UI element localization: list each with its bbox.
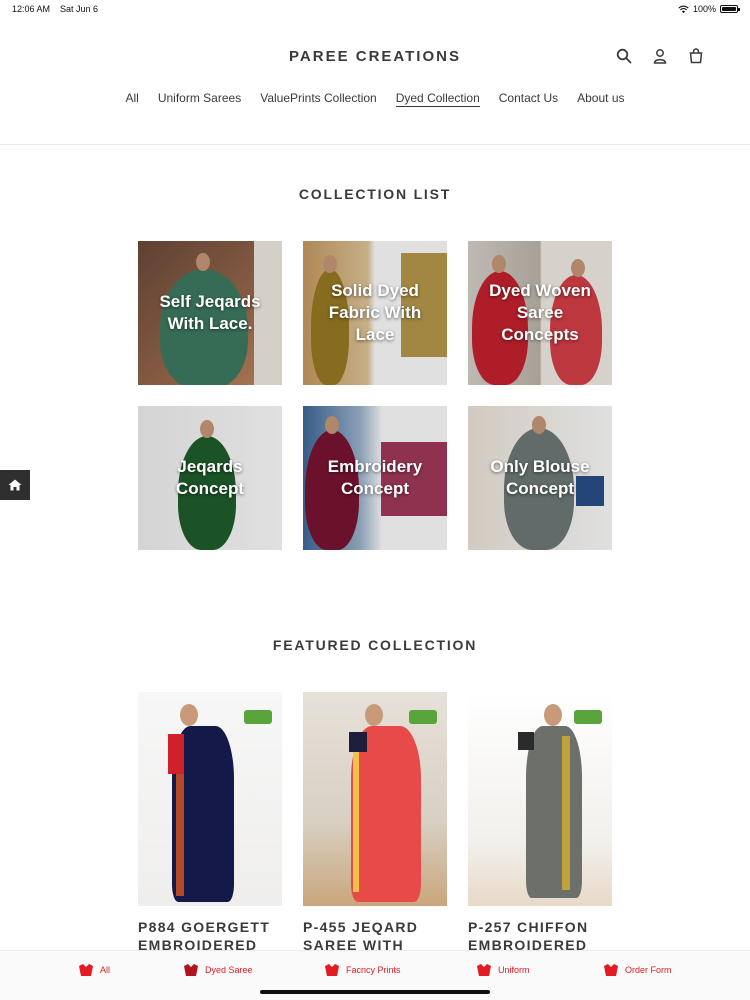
bottom-nav-item-all[interactable]: All [78, 963, 110, 977]
collection-tile[interactable]: Embroidery Concept [303, 406, 447, 550]
saree-icon [477, 964, 491, 976]
cart-icon[interactable] [688, 48, 704, 64]
status-time: 12:06 AM [12, 4, 51, 14]
nav-item-all[interactable]: All [125, 91, 138, 107]
product-image[interactable] [468, 692, 612, 906]
product-card[interactable]: P884 GOERGETT EMBROIDERED [138, 692, 282, 954]
battery-icon [720, 5, 740, 13]
header-divider [0, 144, 750, 145]
search-icon[interactable] [616, 48, 632, 64]
bottom-nav-label: Order Form [625, 965, 672, 975]
status-right: 100% [678, 4, 740, 14]
nav-item-valueprints-collection[interactable]: ValuePrints Collection [260, 91, 377, 107]
collection-tile-label: Only Blouse Concept [490, 457, 590, 498]
header-actions [616, 48, 704, 64]
account-icon[interactable] [652, 48, 668, 64]
saree-icon [184, 964, 198, 976]
saree-icon [604, 964, 618, 976]
collection-tile[interactable]: Solid Dyed Fabric With Lace [303, 241, 447, 385]
collection-tile-label: Solid Dyed Fabric With Lace [328, 281, 422, 344]
collection-list-title: COLLECTION LIST [298, 186, 452, 202]
saree-icon [79, 964, 93, 976]
bottom-nav-label: Dyed Saree [205, 965, 253, 975]
collection-tile[interactable]: Jeqards Concept [138, 406, 282, 550]
product-card[interactable]: P-257 CHIFFON EMBROIDERED [468, 692, 612, 954]
home-icon [8, 479, 22, 491]
collection-tile-label: Jeqards Concept [176, 457, 244, 498]
bottom-nav-label: All [100, 965, 111, 975]
collection-tile-label: Self Jeqards With Lace. [159, 292, 261, 333]
collection-tile[interactable]: Self Jeqards With Lace. [138, 241, 282, 385]
product-title[interactable]: P884 GOERGETT EMBROIDERED [138, 918, 282, 954]
collection-tile[interactable]: Dyed Woven Saree Concepts [468, 241, 612, 385]
product-card[interactable]: P-455 JEQARD SAREE WITH [303, 692, 447, 954]
main-nav: All Uniform Sarees ValuePrints Collectio… [0, 91, 750, 107]
bottom-nav: All Dyed Saree Facncy Prints Uniform Ord… [0, 950, 750, 1000]
product-image[interactable] [303, 692, 447, 906]
saree-icon [325, 964, 339, 976]
bottom-nav-item-facncy-prints[interactable]: Facncy Prints [324, 963, 401, 977]
status-date: Sat Jun 6 [60, 4, 99, 14]
nav-item-dyed-collection[interactable]: Dyed Collection [395, 91, 480, 107]
featured-collection-title: FEATURED COLLECTION [272, 637, 478, 653]
nav-item-uniform-sarees[interactable]: Uniform Sarees [158, 91, 241, 107]
status-bar: 12:06 AM Sat Jun 6 100% [0, 0, 750, 18]
collection-tile[interactable]: Only Blouse Concept [468, 406, 612, 550]
product-image[interactable] [138, 692, 282, 906]
bottom-nav-label: Uniform [498, 965, 530, 975]
bottom-nav-item-order-form[interactable]: Order Form [603, 963, 672, 977]
nav-item-contact-us[interactable]: Contact Us [499, 91, 558, 107]
nav-item-about-us[interactable]: About us [577, 91, 624, 107]
wifi-icon [678, 5, 689, 13]
collection-tile-label: Dyed Woven Saree Concepts [489, 281, 591, 344]
product-title[interactable]: P-257 CHIFFON EMBROIDERED [468, 918, 612, 954]
product-title[interactable]: P-455 JEQARD SAREE WITH [303, 918, 447, 954]
bottom-nav-label: Facncy Prints [346, 965, 401, 975]
collection-tile-label: Embroidery Concept [327, 457, 423, 498]
battery-percent: 100% [692, 4, 716, 14]
home-indicator [260, 990, 490, 994]
bottom-nav-item-uniform[interactable]: Uniform [476, 963, 530, 977]
bottom-nav-item-dyed-saree[interactable]: Dyed Saree [183, 963, 253, 977]
home-tab[interactable] [0, 470, 30, 500]
